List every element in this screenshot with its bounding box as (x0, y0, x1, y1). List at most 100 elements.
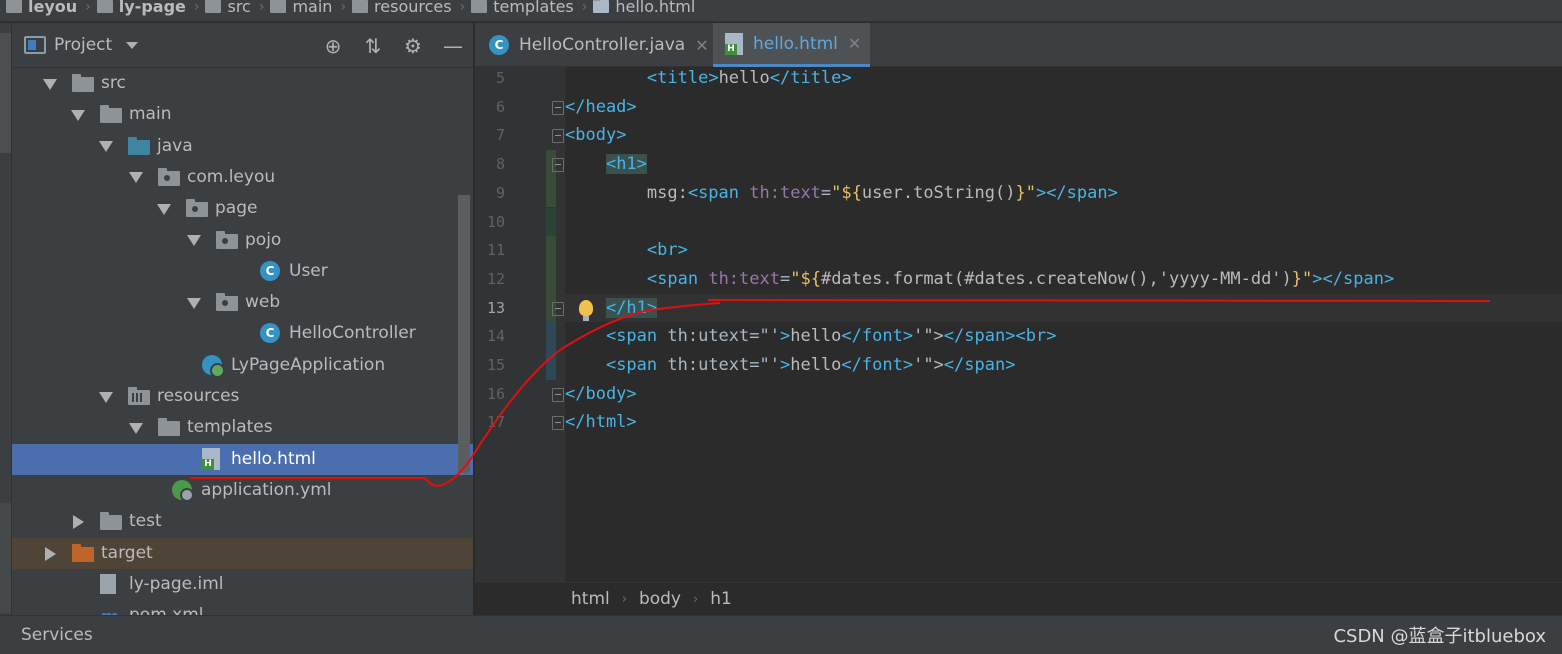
tree-node[interactable]: page (12, 193, 473, 224)
tree-node[interactable]: C HelloController (12, 318, 473, 349)
structure-tool-window-tab[interactable] (0, 503, 11, 613)
expand-arrow-icon[interactable] (158, 203, 170, 215)
code-line[interactable]: </h1> (565, 293, 1562, 322)
nav-crumb[interactable]: main › (264, 0, 346, 18)
line-number: 17 (486, 413, 505, 432)
vcs-change-marker[interactable] (546, 207, 556, 237)
tree-node[interactable]: target (12, 537, 473, 569)
tree-node-label: HelloController (289, 323, 416, 344)
close-icon[interactable]: ✕ (848, 34, 861, 53)
hide-panel-icon[interactable]: — (442, 34, 464, 58)
vcs-change-marker[interactable] (546, 236, 556, 265)
expand-arrow-icon[interactable] (130, 172, 142, 184)
code-line[interactable]: <span th:text="${#dates.format(#dates.cr… (565, 265, 1562, 293)
code-line[interactable]: msg:<span th:text="${user.toString()}"><… (565, 179, 1562, 207)
breadcrumb-html[interactable]: html (571, 589, 610, 609)
tree-node-label: application.yml (201, 479, 332, 500)
collapse-all-icon[interactable]: ⇅ (362, 34, 384, 58)
expand-arrow-icon[interactable] (130, 422, 142, 434)
collapse-arrow-icon[interactable] (44, 548, 56, 560)
code-editor[interactable]: <title>hello</title> </head> <body> <h1> m… (565, 67, 1562, 582)
expand-arrow-icon[interactable] (72, 109, 84, 121)
expand-arrow-icon[interactable] (188, 235, 200, 247)
vcs-change-marker[interactable] (546, 264, 556, 294)
services-tool-button[interactable]: Services (21, 625, 93, 645)
expand-arrow-icon[interactable] (44, 78, 56, 90)
chevron-down-icon[interactable] (126, 41, 139, 49)
project-view-label[interactable]: Project (54, 35, 112, 55)
code-line[interactable]: <span th:utext="'>hello</font>'"></span>… (565, 322, 1562, 350)
expand-arrow-icon[interactable] (100, 391, 112, 403)
breadcrumb-body[interactable]: body (639, 589, 681, 609)
tab-hello-html[interactable]: hello.html ✕ (713, 23, 870, 67)
tree-node[interactable]: templates (12, 412, 473, 443)
expand-arrow-icon[interactable] (100, 141, 112, 153)
folder-icon (100, 512, 122, 531)
project-scrollbar[interactable] (458, 195, 470, 473)
tree-node-label: page (215, 198, 258, 219)
folder-icon (158, 418, 180, 437)
tree-node[interactable]: application.yml (12, 475, 473, 506)
nav-crumb-label: hello.html (615, 0, 696, 16)
line-number: 10 (486, 212, 505, 231)
chevron-right-icon: › (621, 591, 627, 607)
left-tool-strip (0, 23, 12, 615)
locate-file-icon[interactable]: ⊕ (322, 34, 344, 58)
code-line[interactable]: <br> (565, 236, 1562, 264)
tree-node[interactable]: pojo (12, 225, 473, 256)
tree-node[interactable]: main (12, 99, 473, 130)
tree-node[interactable]: C User (12, 256, 473, 287)
project-tool-window-tab[interactable] (0, 33, 11, 153)
nav-crumb[interactable]: src › (199, 0, 264, 18)
nav-crumb[interactable]: resources › (346, 0, 465, 18)
editor-gutter[interactable]: 5 6 7 8 9 10 11 12 13 14 15 16 17 (475, 67, 565, 582)
tree-node[interactable]: LyPageApplication (12, 350, 473, 381)
code-line[interactable] (565, 208, 1562, 236)
nav-crumb[interactable]: ly-page › (91, 0, 199, 18)
tree-node[interactable]: web (12, 287, 473, 318)
line-number: 8 (495, 155, 505, 174)
code-line[interactable]: <title>hello</title> (565, 64, 1562, 92)
tree-node-label: src (101, 73, 126, 93)
tree-node[interactable]: com.leyou (12, 162, 473, 193)
vcs-change-marker[interactable] (546, 351, 556, 380)
code-line[interactable]: </head> (565, 93, 1562, 121)
collapse-arrow-icon[interactable] (72, 516, 84, 528)
tree-node[interactable]: java (12, 131, 473, 162)
line-number: 12 (486, 269, 505, 288)
class-icon: C (260, 260, 280, 281)
fold-marker-icon[interactable] (552, 129, 564, 144)
tree-node[interactable]: resources (12, 381, 473, 412)
fold-marker-icon[interactable] (552, 158, 564, 173)
code-line[interactable]: </body> (565, 380, 1562, 408)
fold-marker-icon[interactable] (552, 416, 564, 431)
tree-node[interactable]: test (12, 506, 473, 537)
code-line[interactable]: <body> (565, 121, 1562, 149)
fold-marker-icon[interactable] (552, 387, 564, 402)
tree-node[interactable]: m pom.xml (12, 600, 473, 615)
tree-node[interactable]: src (12, 68, 473, 99)
lightbulb-icon[interactable] (579, 299, 593, 321)
tree-node[interactable]: hello.html (12, 443, 473, 475)
breadcrumb-h1[interactable]: h1 (710, 589, 732, 609)
nav-crumb-label: src (227, 0, 251, 16)
vcs-change-marker[interactable] (546, 178, 556, 208)
nav-crumb[interactable]: templates › (465, 0, 587, 18)
expand-arrow-icon[interactable] (188, 297, 200, 309)
tree-node[interactable]: ly-page.iml (12, 569, 473, 600)
code-line[interactable]: </html> (565, 408, 1562, 436)
html-file-icon (725, 32, 743, 55)
nav-crumb[interactable]: leyou › (0, 0, 91, 18)
vcs-change-marker[interactable] (546, 322, 556, 351)
editor-tab-bar: C HelloController.java ✕ hello.html ✕ (475, 23, 1562, 67)
nav-crumb[interactable]: hello.html (587, 0, 695, 18)
gear-icon[interactable]: ⚙ (402, 34, 424, 58)
fold-marker-icon[interactable] (552, 301, 564, 316)
code-line[interactable]: <span th:utext="'>hello</font>'"></span> (565, 351, 1562, 379)
module-icon (96, 0, 113, 13)
tab-hello-controller[interactable]: C HelloController.java ✕ (475, 23, 713, 67)
yml-file-icon (172, 479, 194, 502)
fold-marker-icon[interactable] (552, 100, 564, 115)
close-icon[interactable]: ✕ (695, 36, 708, 55)
code-line[interactable]: <h1> (565, 150, 1562, 178)
